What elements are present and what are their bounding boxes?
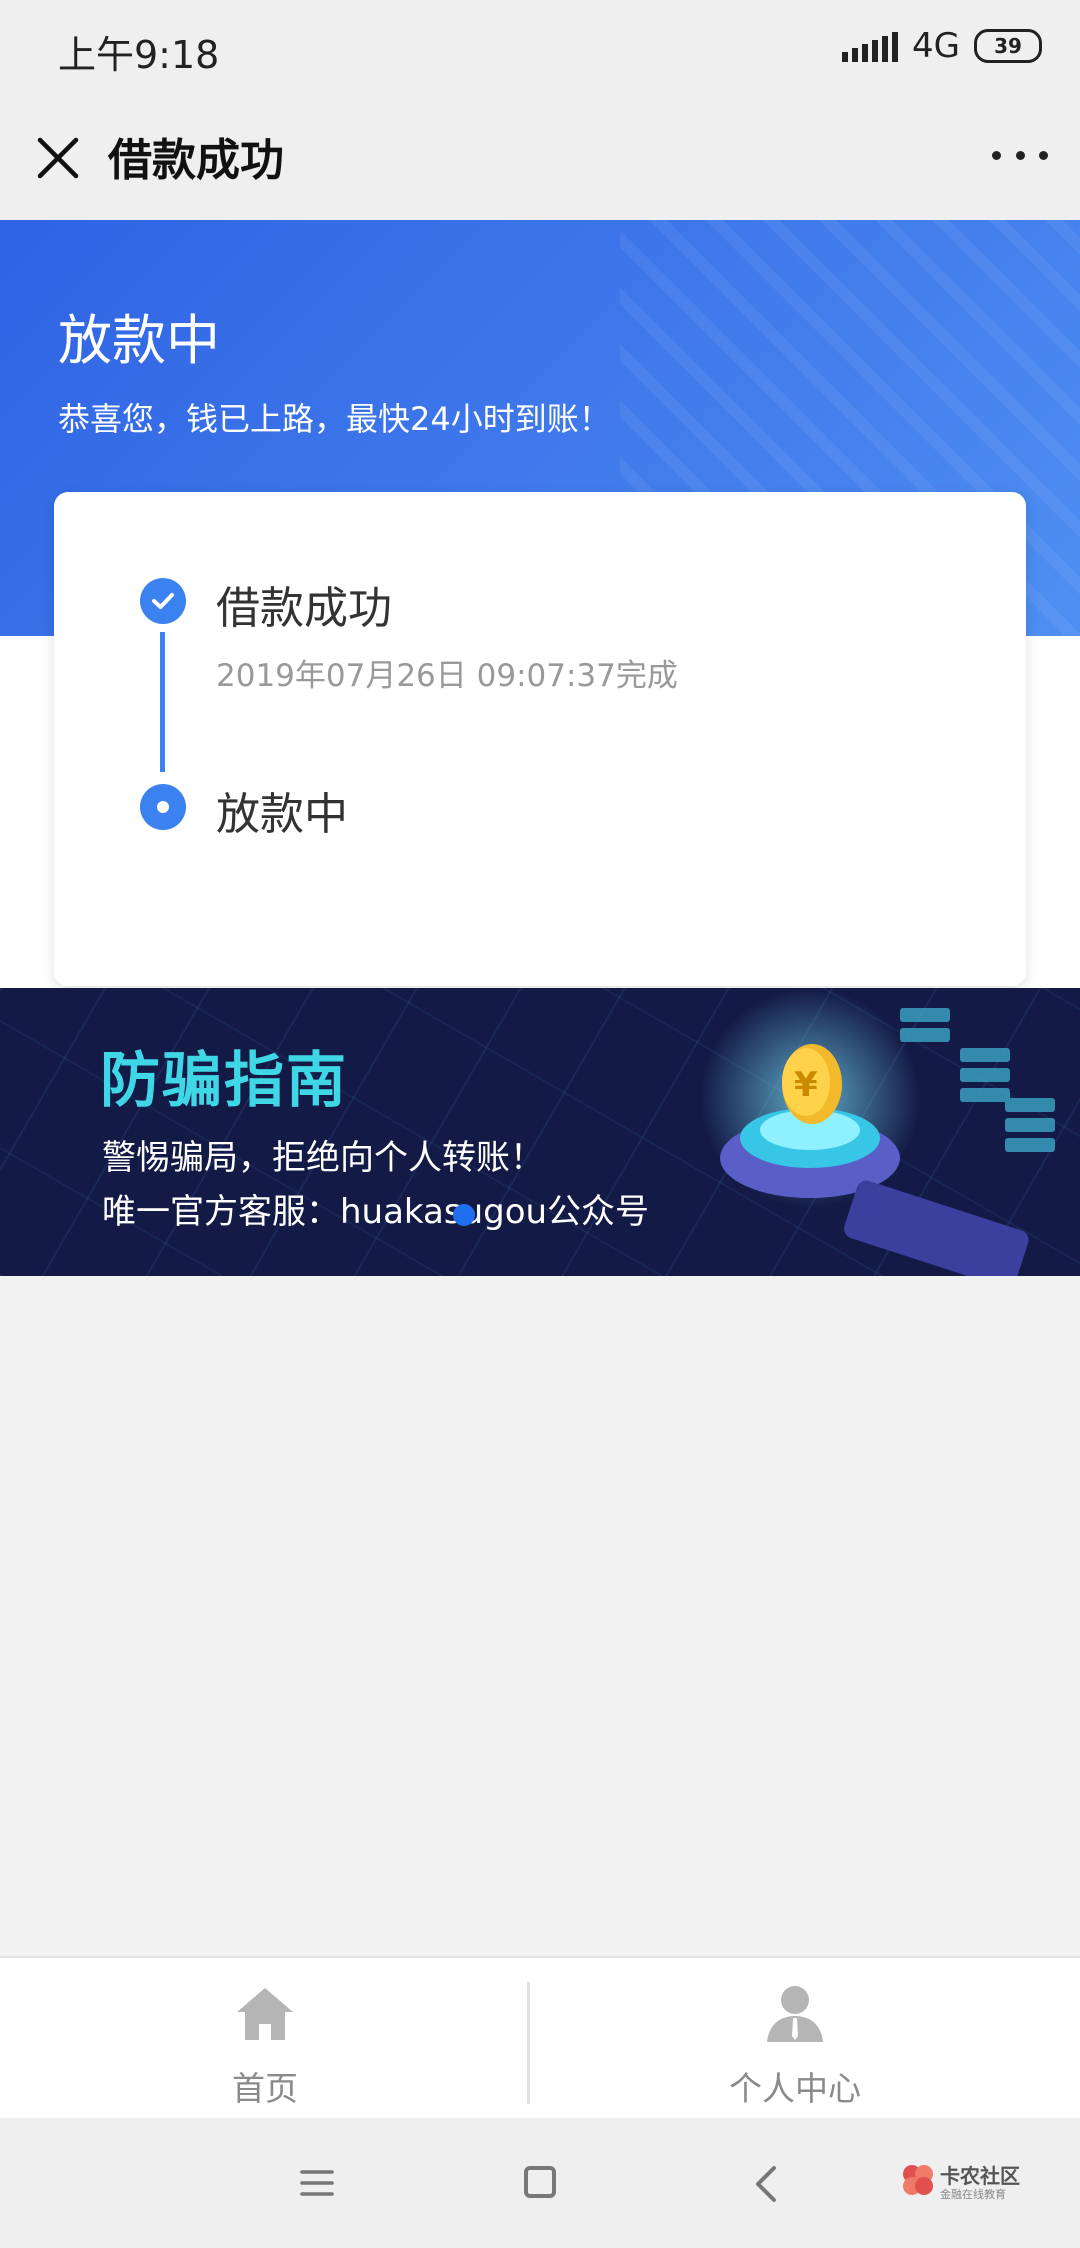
battery-icon: 39 [974, 29, 1042, 63]
home-icon [237, 1988, 293, 2040]
watermark: 卡农社区 金融在线教育 [900, 2154, 1060, 2214]
progress-line [160, 632, 165, 772]
check-icon [140, 578, 186, 624]
back-icon[interactable] [752, 2164, 782, 2204]
tab-label: 首页 [232, 2069, 298, 2108]
step-label: 借款成功 [216, 583, 392, 634]
svg-text:¥: ¥ [794, 1065, 818, 1105]
step-label: 放款中 [216, 789, 348, 840]
menu-icon[interactable] [300, 2168, 334, 2198]
tab-label: 个人中心 [729, 2069, 861, 2108]
close-icon[interactable] [26, 126, 90, 190]
status-indicators: 4G 39 [842, 26, 1042, 66]
banner-text: 唯一官方客服：huakasugou公众号 [102, 1192, 650, 1232]
page-title: 借款成功 [108, 135, 284, 186]
hero-title: 放款中 [58, 309, 220, 372]
user-icon [767, 1986, 823, 2042]
tab-bar: 首页 个人中心 [0, 1956, 1080, 2120]
banner-title: 防骗指南 [100, 1046, 348, 1116]
more-icon[interactable] [992, 140, 1048, 170]
battery-level: 39 [994, 34, 1022, 58]
watermark-logo-icon [903, 2165, 933, 2195]
status-time: 上午9:18 [58, 33, 220, 77]
signal-icon [842, 30, 899, 62]
yuan-coin-icon: ¥ [700, 988, 1055, 1276]
home-button-icon[interactable] [524, 2166, 556, 2198]
title-bar: 借款成功 [0, 96, 1080, 220]
system-nav-bar: 卡农社区 金融在线教育 [0, 2118, 1080, 2248]
banner-text: 警惕骗局，拒绝向个人转账！ [102, 1138, 544, 1178]
anti-fraud-banner[interactable]: 防骗指南 警惕骗局，拒绝向个人转账！ 唯一官方客服：huakasugou公众号 … [0, 988, 1080, 1276]
hero-subtitle: 恭喜您，钱已上路，最快24小时到账！ [58, 400, 611, 438]
tab-home[interactable]: 首页 [0, 1958, 530, 2120]
status-bar: 上午9:18 4G 39 [0, 0, 1080, 96]
step-time: 2019年07月26日 09:07:37完成 [216, 658, 678, 694]
watermark-title: 卡农社区 [940, 2164, 1020, 2188]
carousel-indicator [453, 1204, 475, 1226]
watermark-subtitle: 金融在线教育 [940, 2188, 1006, 2201]
tab-profile[interactable]: 个人中心 [530, 1958, 1060, 2120]
network-type: 4G [912, 26, 960, 66]
progress-card: 借款成功 2019年07月26日 09:07:37完成 放款中 [54, 492, 1026, 986]
current-step-icon [140, 784, 186, 830]
